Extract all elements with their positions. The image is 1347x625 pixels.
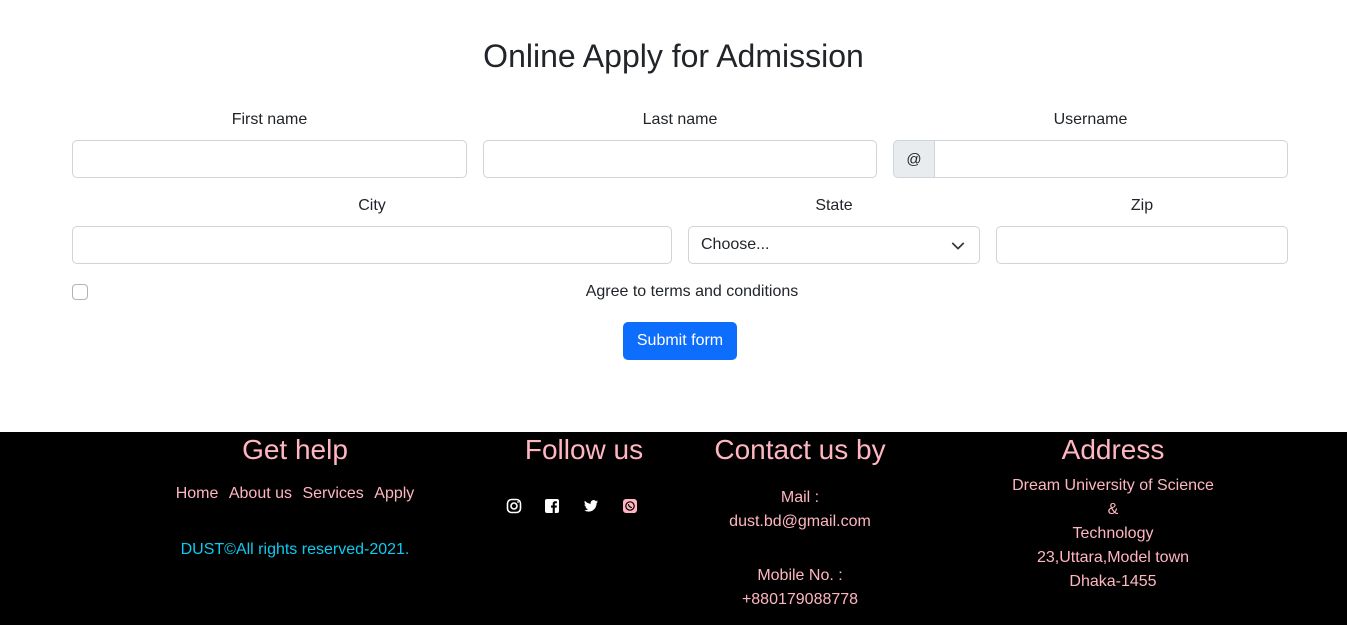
terms-label: Agree to terms and conditions xyxy=(585,283,799,300)
get-help-heading: Get help xyxy=(242,434,348,465)
zip-input[interactable] xyxy=(996,226,1288,264)
contact-heading: Contact us by xyxy=(714,434,886,465)
chevron-down-icon xyxy=(951,242,965,250)
username-label: Username xyxy=(1053,111,1128,128)
city-label: City xyxy=(358,197,386,214)
first-name-label: First name xyxy=(231,111,308,128)
address-line-1: Dream University of Science xyxy=(1012,477,1214,494)
state-select-value: Choose... xyxy=(701,236,770,253)
address-line-2: & xyxy=(1107,501,1119,518)
facebook-icon[interactable] xyxy=(544,498,560,514)
city-input[interactable] xyxy=(72,226,672,264)
footer-link-apply[interactable]: Apply xyxy=(374,485,414,502)
last-name-label: Last name xyxy=(642,111,718,128)
state-select[interactable]: Choose... xyxy=(688,226,980,264)
footer-link-services[interactable]: Services xyxy=(302,485,363,502)
instagram-icon[interactable] xyxy=(506,498,522,514)
username-prefix: @ xyxy=(893,140,935,178)
page-title: Online Apply for Admission xyxy=(483,38,864,74)
state-label: State xyxy=(815,197,853,214)
follow-us-heading: Follow us xyxy=(524,434,644,465)
first-name-input[interactable] xyxy=(72,140,467,178)
whatsapp-icon[interactable] xyxy=(622,498,638,514)
mobile-value: +880179088778 xyxy=(741,591,859,608)
zip-label: Zip xyxy=(1130,197,1154,214)
copyright-text: DUST©All rights reserved-2021. xyxy=(180,541,410,558)
mail-value: dust.bd@gmail.com xyxy=(729,513,871,530)
address-line-4: 23,Uttara,Model town xyxy=(1036,549,1190,566)
address-line-3: Technology xyxy=(1072,525,1154,542)
footer-link-home[interactable]: Home xyxy=(176,485,219,502)
mail-label: Mail : xyxy=(780,489,820,506)
address-heading: Address xyxy=(1061,434,1165,465)
footer: Get help Home About us Services Apply DU… xyxy=(0,432,1347,625)
footer-link-about[interactable]: About us xyxy=(229,485,292,502)
last-name-input[interactable] xyxy=(483,140,877,178)
footer-links: Home About us Services Apply xyxy=(130,485,460,503)
username-input[interactable] xyxy=(935,140,1288,178)
twitter-icon[interactable] xyxy=(583,498,599,514)
address-line-5: Dhaka-1455 xyxy=(1069,573,1157,590)
mobile-label: Mobile No. : xyxy=(757,567,843,584)
submit-button[interactable]: Submit form xyxy=(623,322,737,360)
